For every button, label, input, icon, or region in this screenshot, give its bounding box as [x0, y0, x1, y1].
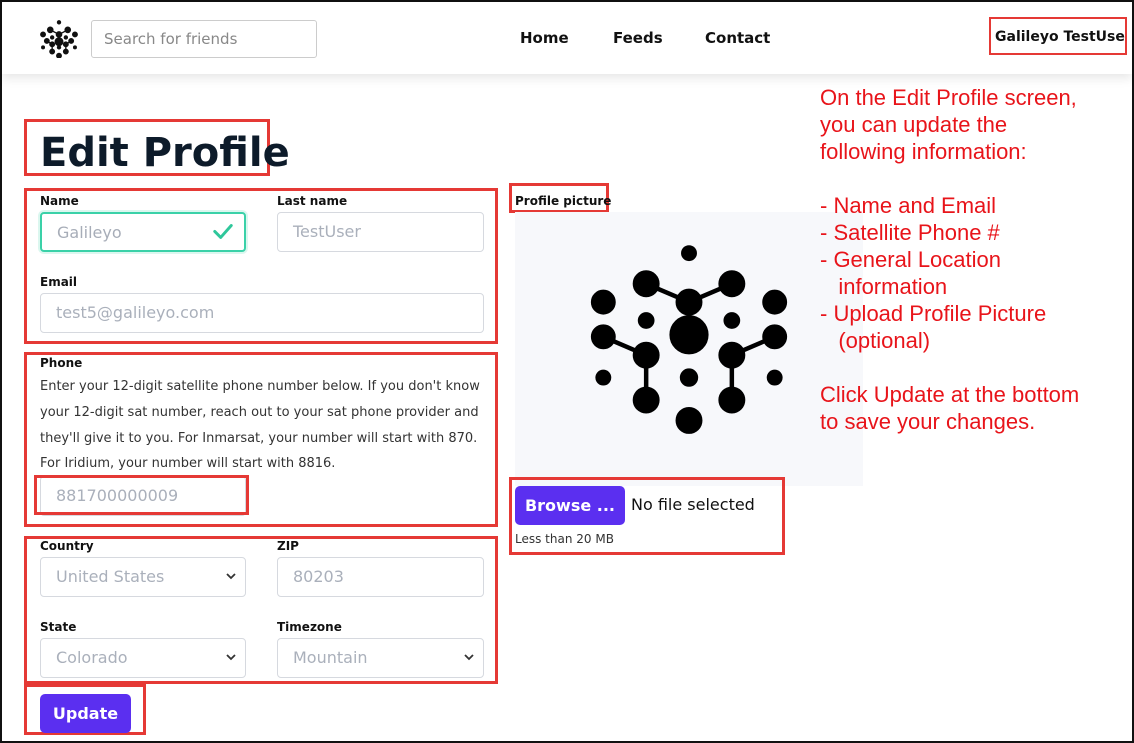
page-title: Edit Profile: [40, 130, 290, 176]
name-value: Galileyo: [57, 223, 122, 242]
last-name-label: Last name: [277, 194, 348, 208]
annotation-line: On the Edit Profile screen,: [820, 85, 1077, 110]
state-value: Colorado: [56, 648, 128, 667]
email-field[interactable]: test5@galileyo.com: [40, 293, 484, 333]
instruction-annotation: On the Edit Profile screen, you can upda…: [820, 84, 1125, 435]
nav-link-home[interactable]: Home: [520, 29, 569, 47]
annotation-line: to save your changes.: [820, 409, 1036, 434]
timezone-select[interactable]: Mountain: [277, 638, 484, 678]
annotation-line: Click Update at the bottom: [820, 382, 1080, 407]
galileyo-logo-icon[interactable]: [40, 20, 78, 58]
country-value: United States: [56, 567, 165, 586]
checkmark-icon: [213, 224, 233, 239]
annotation-line: - Name and Email: [820, 193, 997, 218]
email-label: Email: [40, 275, 78, 289]
annotation-line: [820, 354, 1125, 381]
country-label: Country: [40, 539, 94, 553]
highlight-phone-field: [34, 475, 249, 515]
nav-link-contact[interactable]: Contact: [705, 29, 770, 47]
profile-picture-label: Profile picture: [515, 194, 612, 208]
state-label: State: [40, 620, 77, 634]
phone-label: Phone: [40, 356, 83, 370]
last-name-field[interactable]: TestUser: [277, 212, 484, 252]
zip-label: ZIP: [277, 539, 299, 553]
annotation-line: you can update the: [820, 112, 1008, 137]
top-navbar: Home Feeds Contact: [2, 2, 1132, 74]
country-select[interactable]: United States: [40, 557, 246, 597]
file-status: No file selected: [631, 495, 755, 514]
name-field[interactable]: Galileyo: [40, 212, 246, 252]
search-input[interactable]: [91, 20, 317, 58]
name-label: Name: [40, 194, 79, 208]
user-menu[interactable]: Galileyo TestUser: [989, 17, 1127, 55]
file-size-hint: Less than 20 MB: [515, 532, 614, 546]
galileyo-logo-icon: [590, 245, 788, 434]
annotation-line: - General Location: [820, 247, 1001, 272]
annotation-line: [820, 165, 1125, 192]
zip-field[interactable]: 80203: [277, 557, 484, 597]
browse-button[interactable]: Browse ...: [515, 486, 625, 525]
nav-link-feeds[interactable]: Feeds: [613, 29, 663, 47]
chevron-down-icon: [226, 573, 236, 580]
phone-help-text: Enter your 12-digit satellite phone numb…: [40, 379, 480, 472]
annotation-line: (optional): [820, 328, 931, 353]
chevron-down-icon: [464, 654, 474, 661]
annotation-line: following information:: [820, 139, 1027, 164]
profile-picture-preview: [515, 212, 863, 486]
annotation-line: information: [820, 274, 948, 299]
chevron-down-icon: [226, 654, 236, 661]
annotation-line: - Upload Profile Picture: [820, 301, 1047, 326]
timezone-value: Mountain: [293, 648, 368, 667]
timezone-label: Timezone: [277, 620, 342, 634]
annotation-line: - Satellite Phone #: [820, 220, 1000, 245]
update-button[interactable]: Update: [40, 694, 131, 733]
state-select[interactable]: Colorado: [40, 638, 246, 678]
